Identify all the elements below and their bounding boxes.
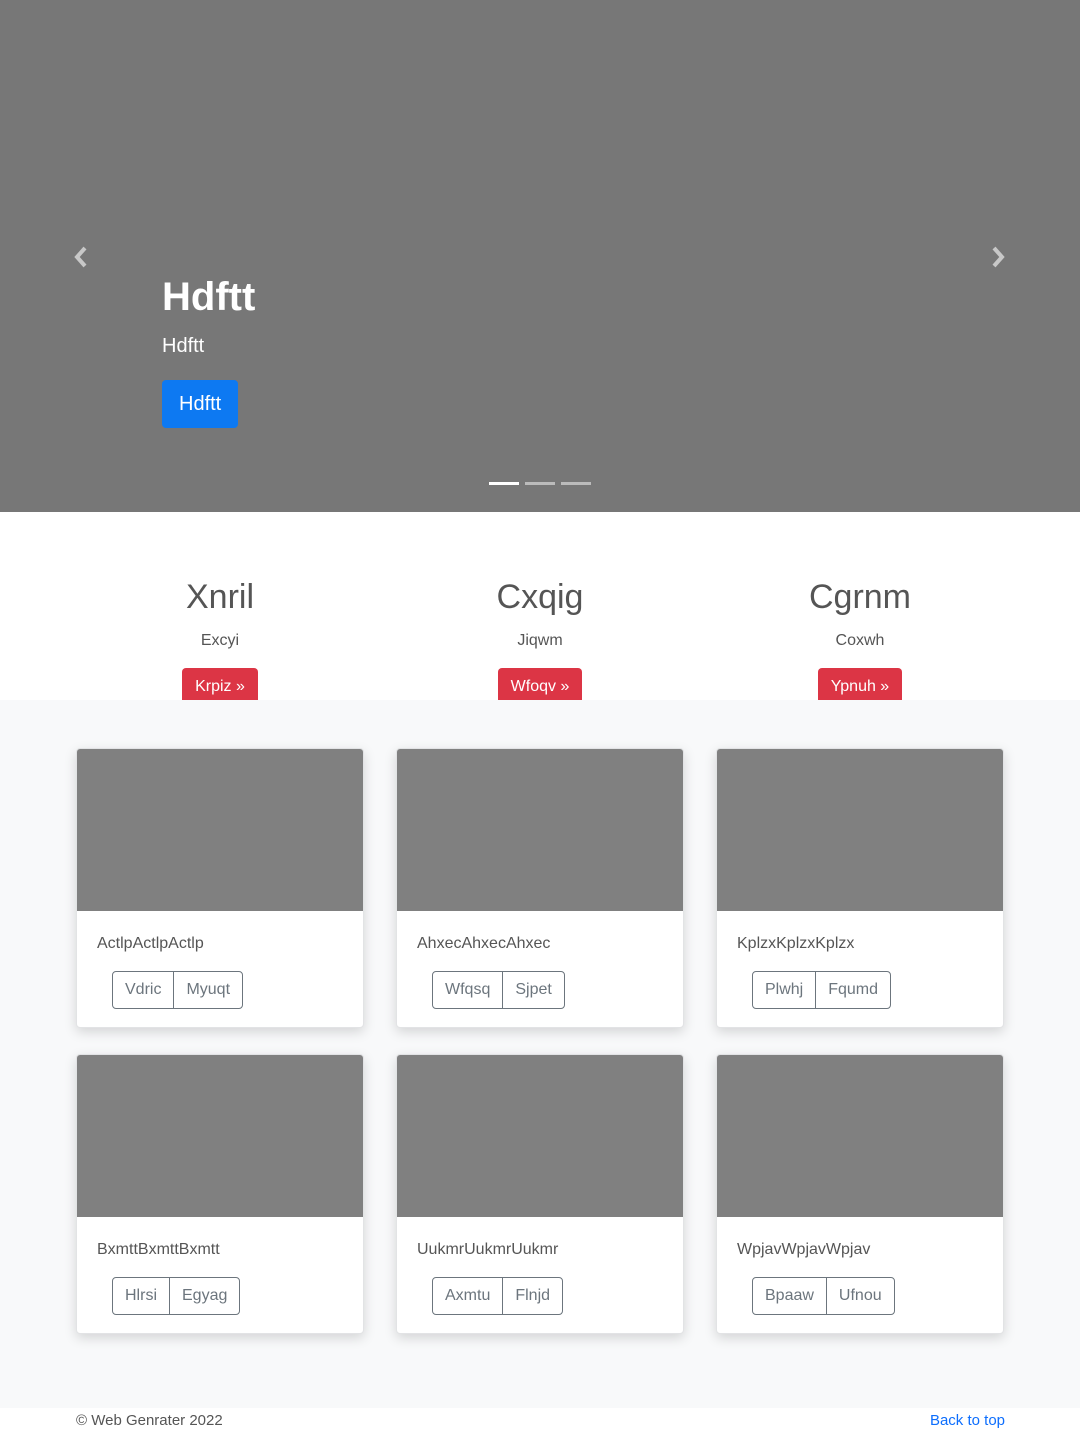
- album-card: UukmrUukmrUukmr Axmtu Flnjd: [396, 1054, 684, 1334]
- carousel-indicator-3[interactable]: [561, 482, 591, 485]
- card-button-group: Plwhj Fqumd: [752, 971, 892, 1009]
- card-button-group: Vdric Myuqt: [112, 971, 244, 1009]
- card-view-button[interactable]: Plwhj: [753, 972, 815, 1008]
- card-text: KplzxKplzxKplzx: [737, 935, 855, 952]
- card-edit-button[interactable]: Flnjd: [502, 1278, 562, 1314]
- card-thumbnail: [397, 1055, 683, 1217]
- carousel-cta-button[interactable]: Hdftt: [162, 380, 239, 428]
- card-button-group: Hlrsi Egyag: [112, 1277, 241, 1315]
- chevron-left-icon: [74, 246, 87, 268]
- card-text: WpjavWpjavWpjav: [737, 1241, 871, 1258]
- album-section: ActlpActlpActlp Vdric Myuqt AhxecAhxecAh…: [0, 700, 1080, 1408]
- album-card: ActlpActlpActlp Vdric Myuqt: [76, 748, 364, 1028]
- album-card: WpjavWpjavWpjav Bpaaw Ufnou: [716, 1054, 1004, 1334]
- card-edit-button[interactable]: Myuqt: [173, 972, 242, 1008]
- card-edit-button[interactable]: Sjpet: [502, 972, 563, 1008]
- card-view-button[interactable]: Hlrsi: [113, 1278, 169, 1314]
- chevron-right-icon: [992, 246, 1005, 268]
- feature-text: Jiqwm: [517, 632, 563, 649]
- card-text: AhxecAhxecAhxec: [417, 935, 551, 952]
- card-edit-button[interactable]: Ufnou: [825, 1278, 894, 1314]
- carousel-subtitle: Hdftt: [162, 335, 205, 357]
- page-footer: © Web Genrater 2022 Back to top: [0, 1408, 1080, 1432]
- feature-column: Xnril Excyi Krpiz »: [80, 576, 360, 706]
- card-button-group: Bpaaw Ufnou: [752, 1277, 895, 1315]
- features-section: Xnril Excyi Krpiz » Cxqig Jiqwm Wfoqv » …: [0, 512, 1080, 706]
- feature-column: Cxqig Jiqwm Wfoqv »: [400, 576, 680, 706]
- feature-text: Excyi: [200, 632, 240, 649]
- footer-copyright: © Web Genrater 2022: [76, 1412, 223, 1429]
- card-button-group: Wfqsq Sjpet: [432, 971, 565, 1009]
- card-thumbnail: [77, 749, 363, 911]
- card-view-button[interactable]: Vdric: [113, 972, 173, 1008]
- card-text: BxmttBxmttBxmtt: [97, 1241, 220, 1258]
- card-view-button[interactable]: Bpaaw: [753, 1278, 826, 1314]
- album-card: BxmttBxmttBxmtt Hlrsi Egyag: [76, 1054, 364, 1334]
- album-card: KplzxKplzxKplzx Plwhj Fqumd: [716, 748, 1004, 1028]
- card-view-button[interactable]: Wfqsq: [433, 972, 502, 1008]
- card-thumbnail: [397, 749, 683, 911]
- feature-column: Cgrnm Coxwh Ypnuh »: [720, 576, 1000, 706]
- card-button-group: Axmtu Flnjd: [432, 1277, 564, 1315]
- album-card: AhxecAhxecAhxec Wfqsq Sjpet: [396, 748, 684, 1028]
- carousel-next-button[interactable]: [981, 240, 1015, 274]
- carousel-caption: Hdftt Hdftt Hdftt: [162, 272, 255, 428]
- card-text: UukmrUukmrUukmr: [417, 1241, 559, 1258]
- feature-text: Coxwh: [835, 632, 885, 649]
- card-edit-button[interactable]: Fqumd: [815, 972, 890, 1008]
- card-text: ActlpActlpActlp: [97, 935, 204, 952]
- card-view-button[interactable]: Axmtu: [433, 1278, 502, 1314]
- card-thumbnail: [717, 1055, 1003, 1217]
- carousel-title: Hdftt: [162, 275, 256, 319]
- carousel-indicator-1[interactable]: [489, 482, 519, 485]
- back-to-top-link[interactable]: Back to top: [930, 1412, 1005, 1429]
- feature-heading: Xnril: [185, 578, 255, 616]
- card-thumbnail: [77, 1055, 363, 1217]
- carousel-prev-button[interactable]: [64, 240, 98, 274]
- hero-carousel: Hdftt Hdftt Hdftt: [0, 0, 1080, 512]
- card-thumbnail: [717, 749, 1003, 911]
- carousel-indicator-2[interactable]: [525, 482, 555, 485]
- carousel-indicators: [489, 482, 591, 485]
- card-edit-button[interactable]: Egyag: [169, 1278, 239, 1314]
- feature-heading: Cxqig: [496, 578, 584, 616]
- feature-heading: Cgrnm: [808, 578, 912, 616]
